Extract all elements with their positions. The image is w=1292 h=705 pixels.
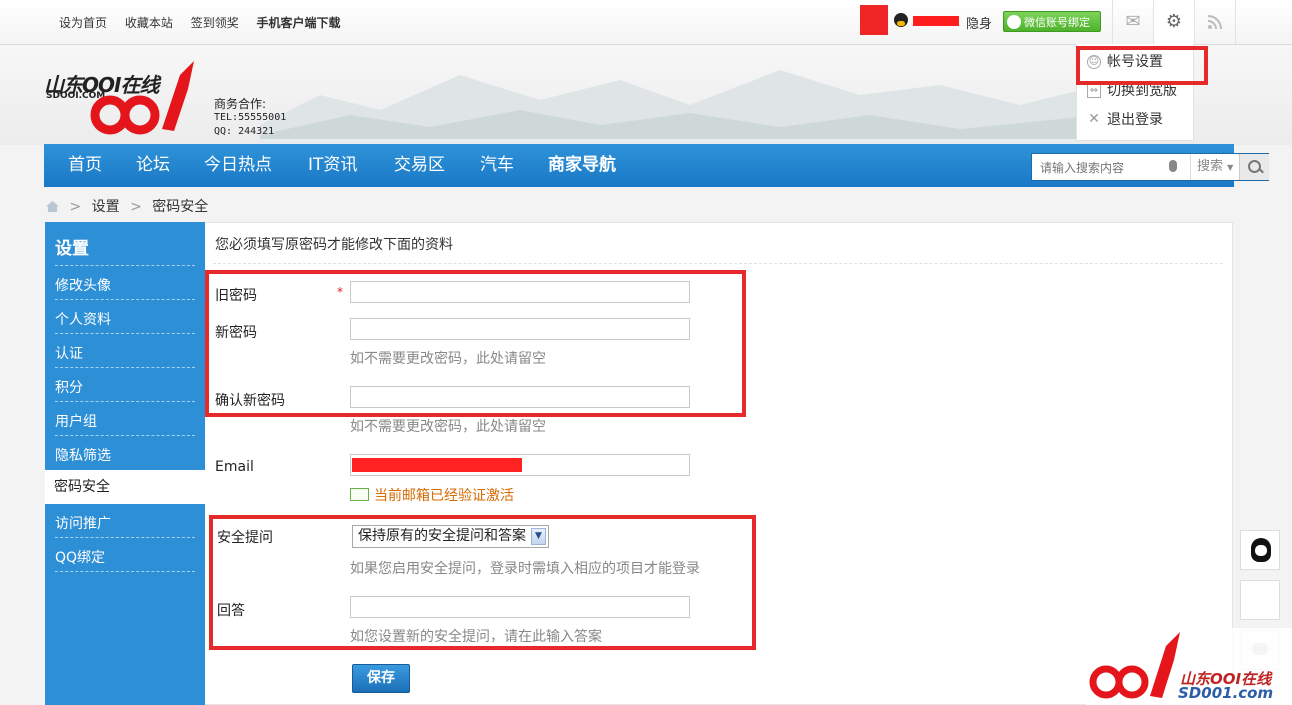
- breadcrumb-settings[interactable]: 设置: [92, 199, 120, 215]
- microphone-icon[interactable]: [1169, 160, 1177, 172]
- watermark-line2: SD001.com: [1178, 684, 1274, 702]
- top-links: 设为首页 收藏本站 签到领奖 手机客户端下载: [59, 14, 355, 31]
- search-input[interactable]: [1038, 158, 1162, 178]
- search-type-select[interactable]: 搜索 ▼: [1190, 154, 1238, 180]
- settings-sidebar: 设置 修改头像 个人资料 认证 积分 用户组 隐私筛选 密码安全 访问推广 QQ…: [45, 222, 205, 705]
- breadcrumb-password-security: 密码安全: [152, 199, 209, 215]
- watermark-logo-mark: [1089, 632, 1180, 699]
- sidebar-item-privacy[interactable]: 隐私筛选: [55, 445, 111, 465]
- sidebar-item-usergroup[interactable]: 用户组: [55, 411, 97, 431]
- qq-icon: [894, 13, 908, 27]
- email-label: Email: [215, 459, 254, 475]
- avatar[interactable]: [860, 5, 888, 35]
- top-bar: 设为首页 收藏本站 签到领奖 手机客户端下载 隐身 微信账号绑定 ✉ ⚙: [0, 0, 1292, 46]
- business-tel: TEL:55555001: [214, 112, 287, 123]
- divider: [55, 367, 195, 368]
- email-verified-text: 当前邮箱已经验证激活: [374, 488, 514, 504]
- mobile-client-link[interactable]: 手机客户端下载: [257, 16, 341, 30]
- divider: [55, 299, 195, 300]
- divider: [213, 263, 1223, 264]
- breadcrumb-separator: >: [69, 199, 82, 215]
- nav-home[interactable]: 首页: [68, 144, 102, 187]
- invisible-status[interactable]: 隐身: [966, 13, 992, 32]
- breadcrumb-separator: >: [130, 199, 142, 215]
- confirm-password-hint: 如不需要更改密码，此处请留空: [350, 419, 546, 435]
- sidebar-item-promotion[interactable]: 访问推广: [55, 513, 111, 533]
- username[interactable]: [913, 16, 959, 26]
- divider: [55, 571, 195, 572]
- logout-item[interactable]: ✕ 退出登录: [1085, 109, 1189, 131]
- set-homepage-link[interactable]: 设为首页: [59, 16, 107, 30]
- form-notice: 您必须填写原密码才能修改下面的资料: [215, 237, 453, 253]
- close-icon: ✕: [1088, 111, 1100, 127]
- business-contact: 商务合作: TEL:55555001 QQ: 244321: [214, 97, 286, 139]
- divider: [55, 435, 195, 436]
- wechat-bind-button[interactable]: 微信账号绑定: [1003, 11, 1101, 32]
- qr-code[interactable]: [1240, 580, 1280, 620]
- search-box: 搜索 ▼: [1031, 153, 1269, 181]
- search-icon[interactable]: [1239, 154, 1269, 180]
- sidebar-item-verify[interactable]: 认证: [55, 343, 83, 363]
- nav-hot-today[interactable]: 今日热点: [204, 144, 272, 187]
- sidebar-title: 设置: [55, 239, 89, 259]
- bookmark-link[interactable]: 收藏本站: [125, 16, 173, 30]
- divider: [55, 265, 195, 266]
- envelope-check-icon: [350, 488, 369, 501]
- sidebar-item-avatar[interactable]: 修改头像: [55, 275, 111, 295]
- qq-penguin-icon: [1251, 538, 1271, 562]
- home-icon[interactable]: [46, 201, 59, 212]
- nav-merchant[interactable]: 商家导航: [548, 144, 616, 187]
- business-qq: QQ: 244321: [214, 126, 275, 137]
- sidebar-item-profile[interactable]: 个人资料: [55, 309, 111, 329]
- gear-icon[interactable]: ⚙: [1153, 0, 1194, 46]
- highlight-account-settings: [1076, 46, 1208, 85]
- search-type-label: 搜索: [1197, 159, 1224, 174]
- qq-service-button[interactable]: [1240, 530, 1280, 570]
- nav-trade[interactable]: 交易区: [394, 144, 445, 187]
- divider: [55, 401, 195, 402]
- business-title: 商务合作:: [214, 97, 267, 111]
- divider: [55, 537, 195, 538]
- sidebar-item-qq-bind[interactable]: QQ绑定: [55, 547, 105, 567]
- nav-forum[interactable]: 论坛: [136, 144, 170, 187]
- email-verified-status: 当前邮箱已经验证激活: [350, 485, 514, 505]
- sidebar-item-points[interactable]: 积分: [55, 377, 83, 397]
- divider: [55, 333, 195, 334]
- highlight-password-fields: [205, 270, 746, 417]
- wechat-icon: [1007, 15, 1021, 29]
- mail-icon[interactable]: ✉: [1112, 0, 1153, 44]
- switch-wide-label: 切换到宽版: [1107, 83, 1177, 99]
- site-logo-mark[interactable]: [88, 59, 198, 139]
- breadcrumb: > 设置 > 密码安全: [46, 196, 208, 216]
- chevron-down-icon: ▼: [1227, 163, 1234, 172]
- wechat-bind-label: 微信账号绑定: [1024, 16, 1090, 29]
- main-nav: 首页 论坛 今日热点 IT资讯 交易区 汽车 商家导航 搜索 ▼: [44, 144, 1269, 187]
- nav-it-news[interactable]: IT资讯: [308, 144, 357, 187]
- rss-icon[interactable]: [1194, 0, 1236, 44]
- save-button[interactable]: 保存: [352, 664, 410, 693]
- email-redacted: [352, 458, 522, 472]
- mountain-banner: [260, 70, 1080, 145]
- logout-label: 退出登录: [1107, 112, 1163, 128]
- sidebar-item-password-security[interactable]: 密码安全: [45, 470, 205, 504]
- checkin-link[interactable]: 签到领奖: [191, 16, 239, 30]
- highlight-security-fields: [209, 515, 756, 650]
- expand-icon: ⇔: [1087, 84, 1101, 98]
- nav-auto[interactable]: 汽车: [480, 144, 514, 187]
